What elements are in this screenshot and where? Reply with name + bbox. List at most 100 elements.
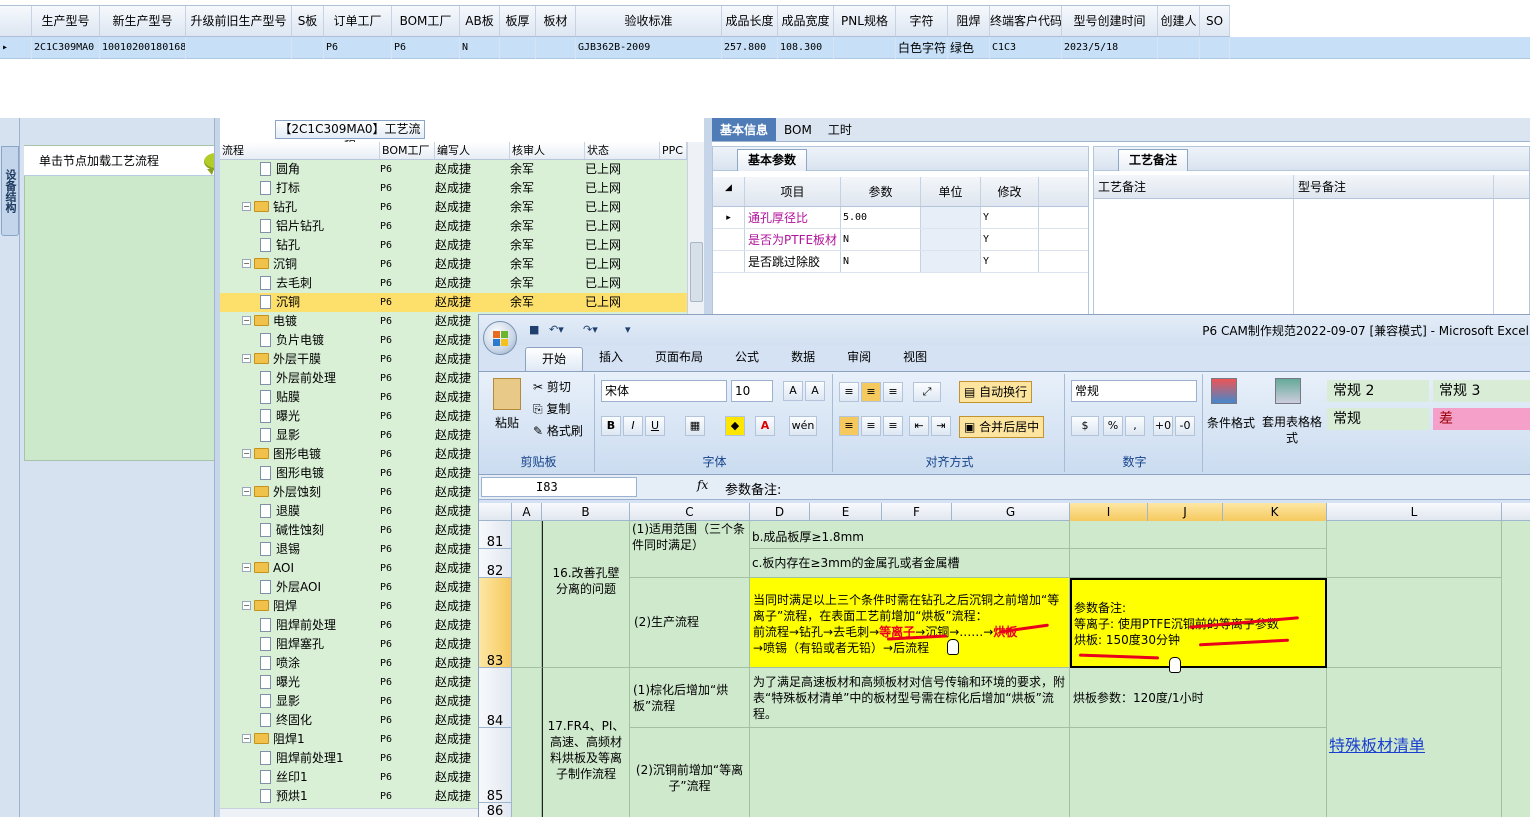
- grid-col-16[interactable]: 型号创建时间: [1062, 6, 1158, 36]
- tree-row[interactable]: 铝片钻孔 P6 赵成捷 余军 已上网: [220, 217, 687, 236]
- param-item[interactable]: 是否为PTFE板材: [745, 229, 841, 250]
- grid-col-15[interactable]: 终端客户代码: [990, 6, 1062, 36]
- fx-icon[interactable]: fx: [697, 478, 708, 492]
- format-as-table-button[interactable]: 套用表格格式: [1261, 414, 1323, 446]
- grid-cell-15[interactable]: C1C3: [990, 37, 1062, 59]
- tree-node[interactable]: 退膜: [220, 502, 380, 521]
- cell-m-col[interactable]: [1502, 521, 1530, 817]
- equipment-structure-tab[interactable]: 设备结构: [1, 146, 19, 236]
- redo-icon[interactable]: ↷▾: [583, 323, 598, 337]
- cell-d82[interactable]: c.板内存在≥3mm的金属孔或者金属槽: [750, 549, 1070, 578]
- grid-col-1[interactable]: 新生产型号: [100, 6, 186, 36]
- col-header-2[interactable]: C: [630, 503, 750, 521]
- orientation-button[interactable]: ⤢: [913, 382, 941, 402]
- col-header-5[interactable]: F: [882, 503, 952, 521]
- tree-node[interactable]: 外层前处理: [220, 369, 380, 388]
- tree-row[interactable]: 去毛刺 P6 赵成捷 余军 已上网: [220, 274, 687, 293]
- cell-i82[interactable]: [1070, 549, 1327, 578]
- grid-cell-6[interactable]: N: [460, 37, 500, 59]
- cell-c85[interactable]: (2)沉铜前增加“等离子”流程: [630, 728, 750, 817]
- grid-col-6[interactable]: AB板: [460, 6, 500, 36]
- tree-node[interactable]: 显影: [220, 426, 380, 445]
- tree-node[interactable]: − 沉铜: [220, 255, 380, 274]
- tree-node[interactable]: 钻孔: [220, 236, 380, 255]
- cell-a84[interactable]: [512, 668, 542, 817]
- tree-col-0[interactable]: 流程: [220, 142, 380, 159]
- tree-node[interactable]: 曝光: [220, 407, 380, 426]
- copy-button[interactable]: ⎘ 复制: [533, 400, 570, 417]
- tree-row[interactable]: − 钻孔 P6 赵成捷 余军 已上网: [220, 198, 687, 217]
- increase-indent-button[interactable]: ⇥: [931, 416, 951, 436]
- grid-cell-12[interactable]: [834, 37, 896, 59]
- tree-node[interactable]: − 外层蚀刻: [220, 483, 380, 502]
- grid-col-13[interactable]: 字符: [896, 6, 948, 36]
- param-mod[interactable]: Y: [981, 207, 1039, 228]
- grid-cell-10[interactable]: 257.800: [722, 37, 778, 59]
- select-all-corner[interactable]: [479, 503, 512, 521]
- grid-cell-3[interactable]: [292, 37, 324, 59]
- tree-col-4[interactable]: 状态: [585, 142, 660, 159]
- tree-node[interactable]: − 图形电镀: [220, 445, 380, 464]
- grid-cell-1[interactable]: 10010200180168: [100, 37, 186, 59]
- increase-decimal-button[interactable]: +0: [1153, 416, 1173, 436]
- param-unit[interactable]: [921, 229, 981, 250]
- grid-col-2[interactable]: 升级前旧生产型号: [186, 6, 292, 36]
- tree-row[interactable]: 沉铜 P6 赵成捷 余军 已上网: [220, 293, 687, 312]
- row-header-4[interactable]: 85: [479, 728, 512, 804]
- grid-cell-17[interactable]: [1158, 37, 1200, 59]
- font-size-select[interactable]: 10: [731, 380, 773, 402]
- param-mod[interactable]: Y: [981, 229, 1039, 250]
- collapse-icon[interactable]: −: [242, 734, 251, 743]
- ribbon-tab-0[interactable]: 开始: [525, 347, 584, 371]
- grid-col-5[interactable]: BOM工厂: [392, 6, 460, 36]
- collapse-icon[interactable]: −: [242, 487, 251, 496]
- tree-node[interactable]: 贴膜: [220, 388, 380, 407]
- align-center-button[interactable]: ≡: [861, 416, 881, 436]
- tree-col-2[interactable]: 编写人: [435, 142, 510, 159]
- align-left-button[interactable]: ≡: [839, 416, 859, 436]
- collapse-icon[interactable]: −: [242, 563, 251, 572]
- italic-button[interactable]: I: [623, 416, 643, 436]
- format-painter-button[interactable]: ✎ 格式刷: [533, 422, 583, 439]
- tree-node[interactable]: − AOI: [220, 559, 380, 578]
- tree-node[interactable]: − 阻焊1: [220, 730, 380, 749]
- paste-button[interactable]: 粘贴: [495, 414, 519, 431]
- grid-col-0[interactable]: 生产型号: [32, 6, 100, 36]
- tree-row[interactable]: − 沉铜 P6 赵成捷 余军 已上网: [220, 255, 687, 274]
- grid-cell-8[interactable]: [536, 37, 576, 59]
- tree-node[interactable]: − 外层干膜: [220, 350, 380, 369]
- tree-node[interactable]: 显影: [220, 692, 380, 711]
- collapse-icon[interactable]: −: [242, 202, 251, 211]
- percent-button[interactable]: %: [1103, 416, 1123, 436]
- cell-i85[interactable]: [1070, 728, 1327, 817]
- style-bad[interactable]: 差: [1433, 408, 1530, 430]
- grid-cell-18[interactable]: [1200, 37, 1230, 59]
- tab-basic-params[interactable]: 基本参数: [737, 149, 808, 171]
- col-header-9[interactable]: K: [1223, 503, 1327, 521]
- font-name-select[interactable]: 宋体: [601, 380, 727, 402]
- cell-i84[interactable]: 烘板参数：120度/1小时: [1070, 668, 1327, 728]
- col-header-6[interactable]: G: [952, 503, 1070, 521]
- tree-node[interactable]: 圆角: [220, 160, 380, 179]
- param-col-2[interactable]: 单位: [921, 177, 981, 206]
- customize-qat-icon[interactable]: ▾: [625, 323, 631, 337]
- cell-b81[interactable]: 16.改善孔壁分离的问题: [542, 521, 630, 668]
- decrease-decimal-button[interactable]: -0: [1175, 416, 1195, 436]
- tree-node[interactable]: 曝光: [220, 673, 380, 692]
- tree-col-3[interactable]: 核审人: [510, 142, 585, 159]
- param-mod[interactable]: Y: [981, 251, 1039, 272]
- ribbon-tab-4[interactable]: 数据: [775, 345, 831, 371]
- cell-d83[interactable]: 当同时满足以上三个条件时需在钻孔之后沉铜之前增加“等离子”流程，在表面工艺前增加…: [750, 578, 1070, 668]
- ribbon-tab-1[interactable]: 插入: [583, 345, 639, 371]
- tab-info-2[interactable]: 工时: [820, 118, 860, 141]
- row-header-2[interactable]: 83: [479, 578, 512, 669]
- grid-cell-13[interactable]: 白色字符: [896, 37, 948, 59]
- align-right-button[interactable]: ≡: [883, 416, 903, 436]
- grid-col-3[interactable]: S板: [292, 6, 324, 36]
- tree-row[interactable]: 圆角 P6 赵成捷 余军 已上网: [220, 160, 687, 179]
- grid-cell-14[interactable]: 绿色: [948, 37, 990, 59]
- align-top-button[interactable]: ≡: [839, 382, 859, 402]
- fill-color-button[interactable]: ◆: [725, 416, 745, 436]
- cell-c84[interactable]: (1)棕化后增加“烘板”流程: [630, 668, 750, 728]
- cell-c81[interactable]: (1)适用范围（三个条件同时满足）: [630, 521, 750, 578]
